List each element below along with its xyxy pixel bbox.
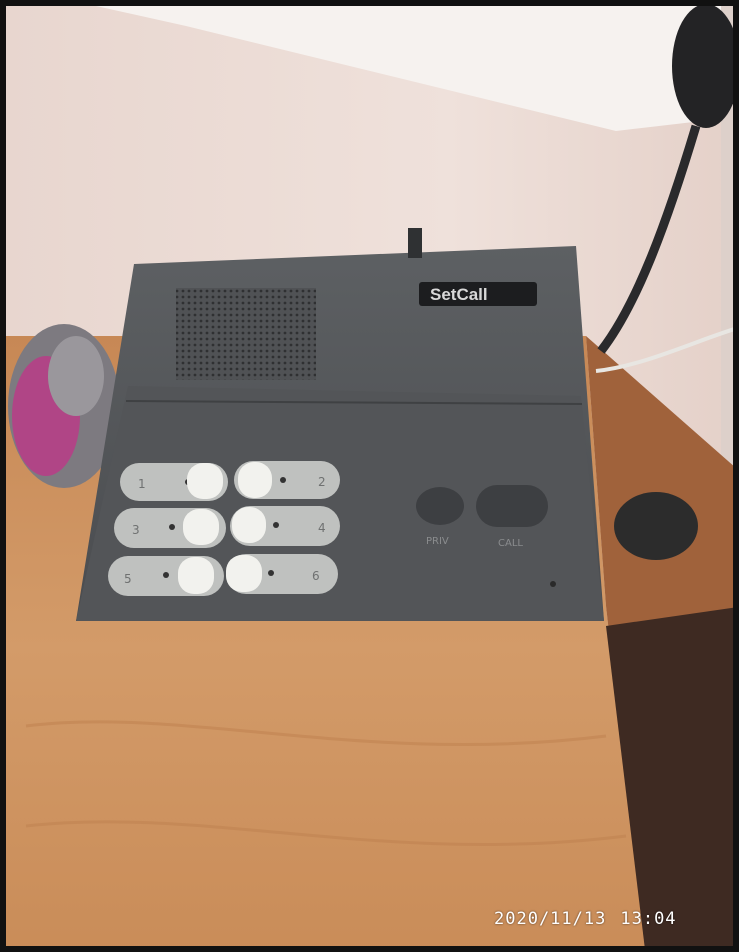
label-6: 6 (312, 569, 320, 583)
call-button[interactable] (476, 485, 548, 527)
microphone-head (672, 6, 733, 128)
label-4: 4 (318, 521, 326, 535)
intercom-button-6[interactable] (226, 555, 262, 592)
photo-frame: SetCall 1 2 3 4 5 6 PRIV CALL 2020/11/13… (0, 0, 739, 952)
intercom-button-2[interactable] (238, 462, 272, 498)
priv-button[interactable] (416, 487, 464, 525)
antenna (408, 228, 422, 258)
speaker-grille (176, 288, 316, 380)
intercom-button-5[interactable] (178, 557, 214, 594)
intercom-button-4[interactable] (232, 507, 266, 543)
intercom-button-3[interactable] (183, 509, 219, 545)
call-label: CALL (498, 538, 523, 549)
timestamp-date: 2020/11/13 (494, 909, 607, 929)
brand-logo: SetCall (430, 285, 488, 304)
label-2: 2 (318, 475, 326, 489)
mic-hole (550, 581, 556, 587)
timestamp-time: 13:04 (620, 909, 677, 929)
intercom-button-1[interactable] (187, 463, 223, 499)
cable-bundle (614, 492, 698, 560)
priv-label: PRIV (426, 536, 449, 547)
label-5: 5 (124, 572, 132, 586)
label-3: 3 (132, 523, 140, 537)
label-1: 1 (138, 477, 146, 491)
photo-scene: SetCall 1 2 3 4 5 6 PRIV CALL (6, 6, 733, 946)
photo-timestamp: 2020/11/13 13:04 (494, 909, 677, 929)
